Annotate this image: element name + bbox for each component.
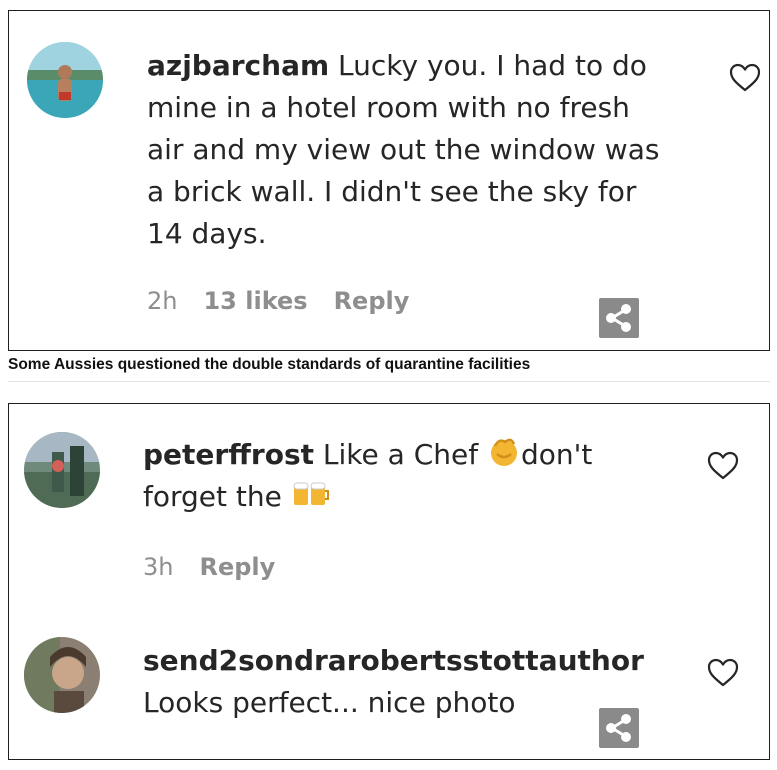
reply-button[interactable]: Reply [334,287,410,315]
comment-line: Lucky you. I had to do [338,49,647,82]
likes-count-link[interactable]: 13 likes [203,287,307,315]
comment-time: 2h [147,287,178,315]
comment-text-block: peterffrost Like a Chef don't forget the [143,434,703,518]
comment-time: 3h [143,553,174,581]
comment-text: forget the [143,480,291,513]
comment-text: don't [520,438,593,471]
heart-outline-icon[interactable] [707,658,739,688]
comment-meta-row: 2h 13 likes Reply [147,287,435,315]
image-caption: Some Aussies questioned the double stand… [8,356,531,373]
share-icon[interactable] [599,298,639,338]
comment-text-block: azjbarcham Lucky you. I had to do mine i… [147,45,707,255]
comment-line: air and my view out the window was [147,133,660,166]
comment-line: a brick wall. I didn't see the sky for [147,175,637,208]
share-icon[interactable] [599,708,639,748]
username-link[interactable]: send2sondrarobertsstottauthor [143,640,703,682]
divider [8,381,770,382]
comment-meta-row: 3h Reply [143,553,301,581]
reply-button[interactable]: Reply [199,553,275,581]
avatar-send2sondrarobertsstottauthor[interactable] [24,637,100,713]
comment-line: mine in a hotel room with no fresh [147,91,630,124]
comment-screenshot-card-2: peterffrost Like a Chef don't forget the… [8,403,770,760]
avatar-azjbarcham[interactable] [27,42,103,118]
clapping-hands-icon [490,438,517,466]
username-link[interactable]: azjbarcham [147,49,329,82]
comment-text: Like a Chef [322,438,487,471]
username-link[interactable]: peterffrost [143,438,314,471]
comment-screenshot-card-1: azjbarcham Lucky you. I had to do mine i… [8,10,770,351]
comment-line: 14 days. [147,217,267,250]
heart-outline-icon[interactable] [729,63,761,93]
beer-mugs-icon [293,482,329,505]
heart-outline-icon[interactable] [707,451,739,481]
avatar-peterffrost[interactable] [24,432,100,508]
